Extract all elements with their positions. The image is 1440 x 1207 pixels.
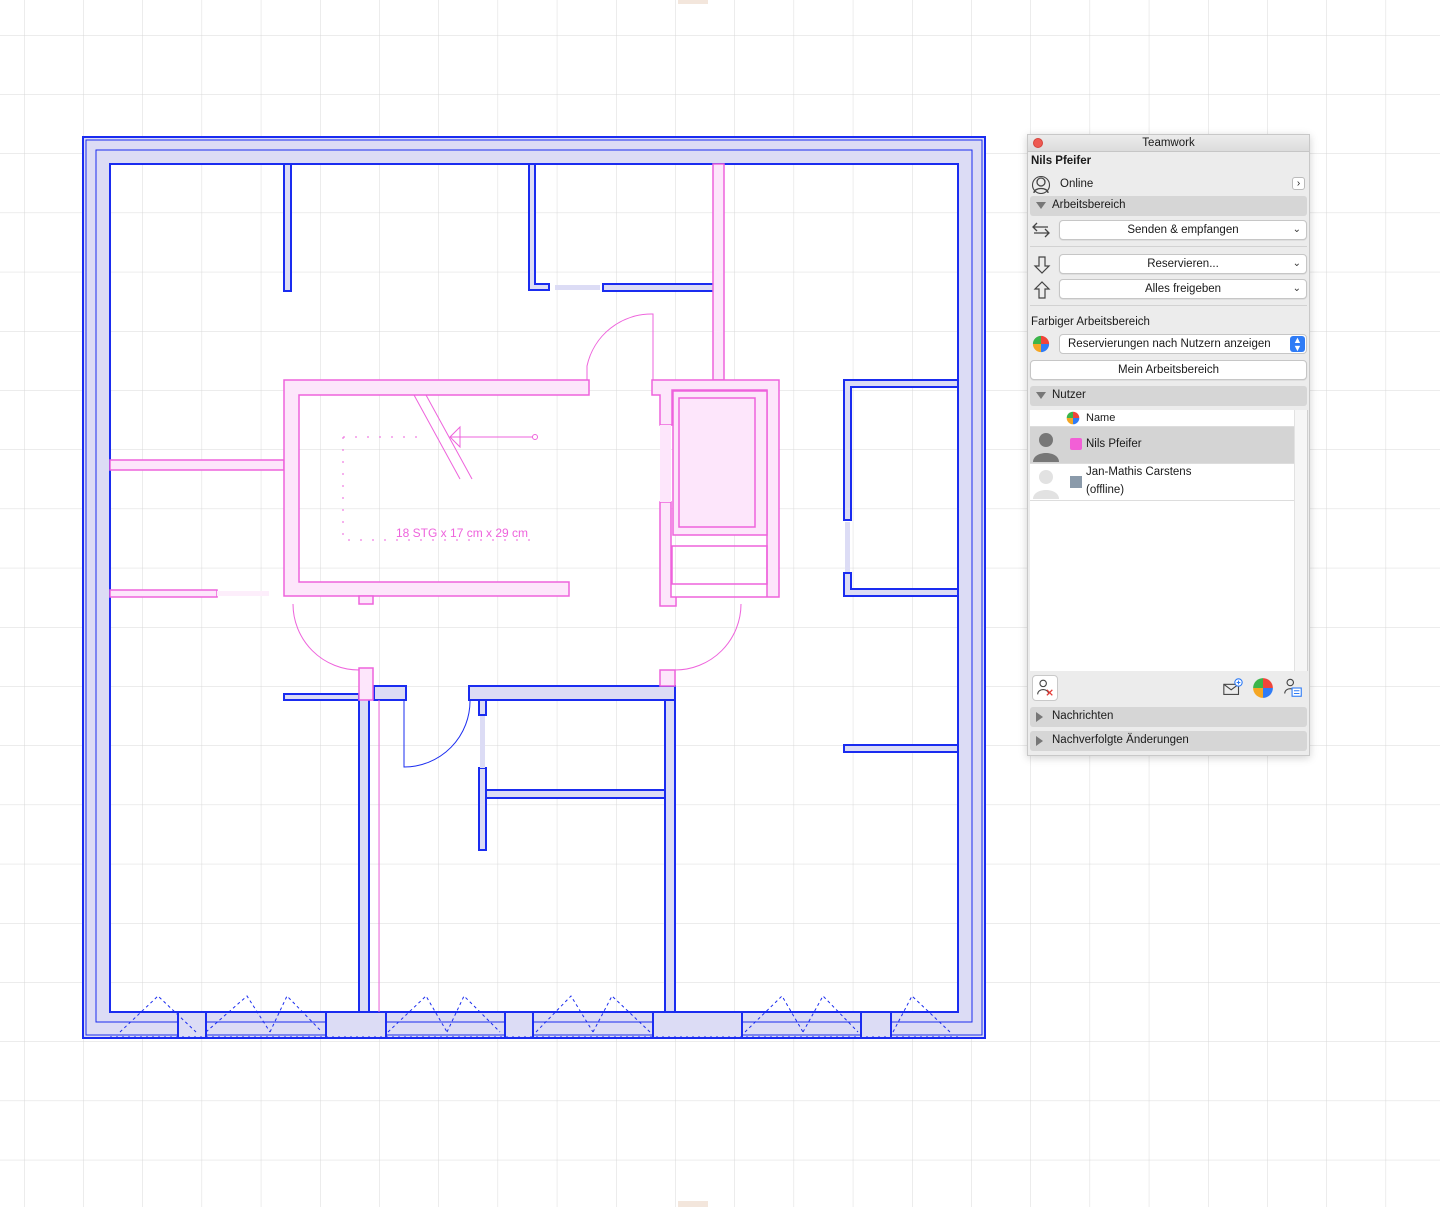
- reserved-wall[interactable]: [659, 669, 676, 687]
- disclosure-triangle-icon: [1036, 202, 1046, 209]
- chevron-down-icon: ⌄: [1292, 224, 1301, 235]
- origin-marker-top: [678, 0, 708, 4]
- reserve-button[interactable]: Reservieren... ⌄: [1059, 254, 1307, 274]
- user-color-swatch: [1070, 476, 1082, 488]
- colored-workspace-label: Farbiger Arbeitsbereich: [1031, 316, 1150, 328]
- elevator-cabin[interactable]: [672, 390, 768, 536]
- color-wheel-icon: [1032, 335, 1050, 353]
- reserved-wall[interactable]: [358, 667, 374, 701]
- interior-wall[interactable]: [485, 789, 666, 799]
- list-item-user[interactable]: Jan-Mathis Carstens (offline): [1030, 464, 1295, 501]
- section-arbeitsbereich[interactable]: Arbeitsbereich: [1030, 196, 1307, 216]
- disclosure-triangle-icon: [1036, 736, 1043, 746]
- reserved-wall[interactable]: [712, 163, 725, 381]
- door-opening: [555, 285, 600, 290]
- my-workspace-button[interactable]: Mein Arbeitsbereich: [1030, 360, 1307, 380]
- palette-titlebar[interactable]: Teamwork: [1028, 135, 1309, 152]
- user-status-icon: [1031, 175, 1051, 195]
- close-icon[interactable]: [1033, 138, 1043, 148]
- stair-label: 18 STG x 17 cm x 29 cm: [396, 526, 528, 540]
- user-status: (offline): [1086, 484, 1125, 496]
- column-name-header: Name: [1086, 412, 1116, 424]
- avatar-icon: [1033, 470, 1059, 499]
- reserved-wall[interactable]: [109, 589, 218, 598]
- wall-pier[interactable]: [325, 1011, 387, 1039]
- door-opening: [480, 716, 485, 768]
- interior-wall[interactable]: [478, 767, 487, 851]
- interior-wall[interactable]: [358, 693, 370, 1013]
- interior-wall[interactable]: [283, 693, 360, 701]
- avatar-icon: [1030, 428, 1062, 462]
- section-label: Nutzer: [1052, 389, 1086, 401]
- wall-pier[interactable]: [504, 1011, 534, 1039]
- user-info-icon[interactable]: [1282, 677, 1304, 699]
- release-arrow-up-icon: [1033, 281, 1051, 299]
- origin-marker-bottom: [678, 1201, 708, 1207]
- users-list[interactable]: Name Nils Pfeifer Jan-Mathis Carstens (o…: [1030, 410, 1308, 671]
- send-receive-button[interactable]: Senden & empfangen ⌄: [1059, 220, 1307, 240]
- current-user-name: Nils Pfeifer: [1031, 155, 1092, 167]
- interior-wall[interactable]: [843, 744, 959, 753]
- section-tracked-changes[interactable]: Nachverfolgte Änderungen: [1030, 731, 1307, 751]
- interior-wall[interactable]: [373, 685, 407, 701]
- users-list-scrollbar[interactable]: [1294, 410, 1307, 671]
- reserved-wall[interactable]: [109, 459, 285, 471]
- remove-user-icon: [1037, 679, 1053, 696]
- section-label: Nachrichten: [1052, 710, 1114, 722]
- interior-wall[interactable]: [283, 163, 292, 292]
- users-toolbar: [1030, 673, 1307, 703]
- users-list-header[interactable]: Name: [1030, 410, 1295, 427]
- status-label: Online: [1060, 178, 1094, 190]
- divider: [1030, 246, 1307, 247]
- teamwork-palette[interactable]: Teamwork Nils Pfeifer Online › Arbeitsbe…: [1027, 134, 1310, 756]
- wall-pier[interactable]: [652, 1011, 743, 1039]
- reserved-wall[interactable]: [358, 595, 374, 605]
- interior-wall[interactable]: [664, 699, 676, 1013]
- chevron-down-icon: ⌄: [1292, 283, 1301, 294]
- section-nachrichten[interactable]: Nachrichten: [1030, 707, 1307, 727]
- palette-title: Teamwork: [1142, 137, 1195, 149]
- disclosure-triangle-icon: [1036, 392, 1046, 399]
- interior-wall[interactable]: [602, 283, 716, 292]
- user-name: Jan-Mathis Carstens: [1086, 466, 1192, 478]
- door-opening: [845, 522, 850, 572]
- wall-pier[interactable]: [177, 1011, 207, 1039]
- reserve-arrow-down-icon: [1033, 256, 1051, 274]
- send-receive-icon: [1032, 222, 1050, 238]
- interior-wall[interactable]: [468, 685, 676, 701]
- chevron-down-icon: ⌄: [1292, 258, 1301, 269]
- colored-workspace-select[interactable]: Reservierungen nach Nutzern anzeigen ▲ ▼: [1059, 334, 1307, 354]
- section-nutzer[interactable]: Nutzer: [1030, 386, 1307, 406]
- color-wheel-icon: [1066, 411, 1080, 425]
- list-item-user[interactable]: Nils Pfeifer: [1030, 427, 1295, 464]
- user-color-swatch: [1070, 438, 1082, 450]
- interior-wall[interactable]: [478, 699, 487, 716]
- wall-pier[interactable]: [860, 1011, 892, 1039]
- disclosure-triangle-icon: [1036, 712, 1043, 722]
- select-stepper-icon: ▲ ▼: [1290, 336, 1305, 353]
- user-name: Nils Pfeifer: [1086, 438, 1142, 450]
- release-all-button[interactable]: Alles freigeben ⌄: [1059, 279, 1307, 299]
- remove-user-button[interactable]: [1032, 675, 1058, 701]
- new-message-icon[interactable]: [1222, 677, 1244, 699]
- section-label: Arbeitsbereich: [1052, 199, 1126, 211]
- color-wheel-icon[interactable]: [1252, 677, 1274, 699]
- section-label: Nachverfolgte Änderungen: [1052, 734, 1189, 746]
- status-chevron-right-icon[interactable]: ›: [1292, 177, 1305, 190]
- divider: [1030, 305, 1307, 306]
